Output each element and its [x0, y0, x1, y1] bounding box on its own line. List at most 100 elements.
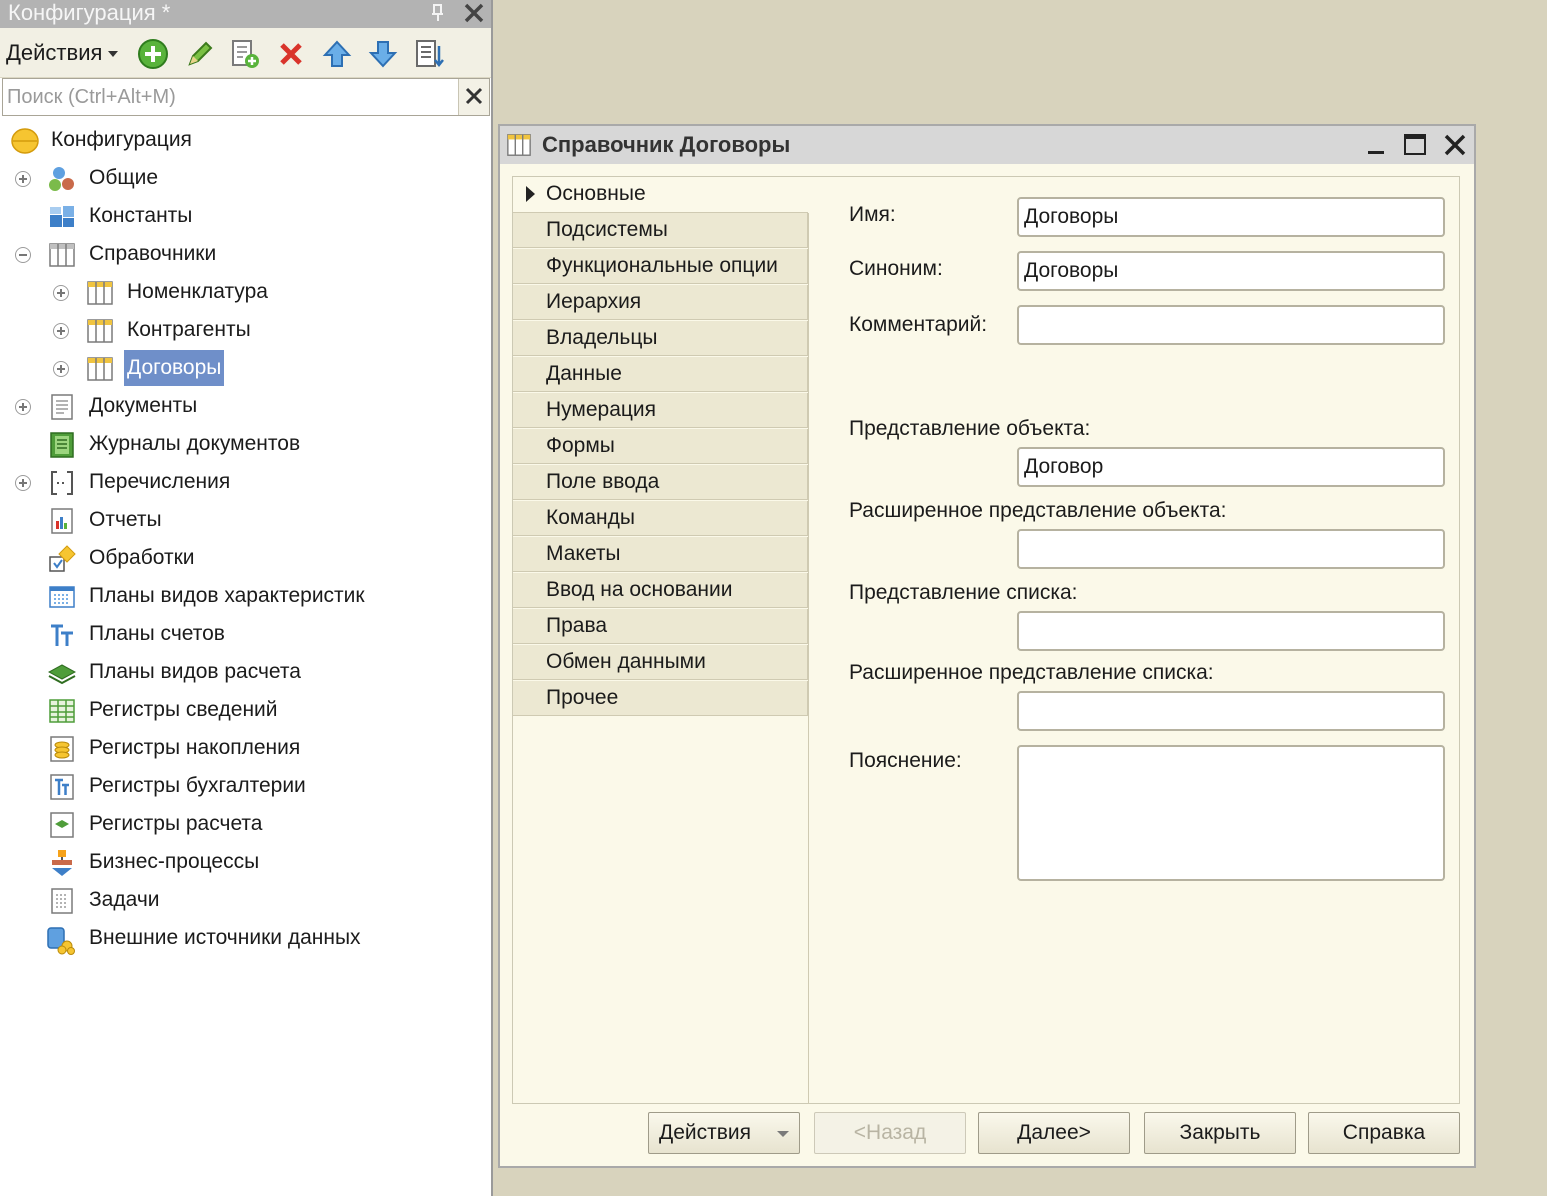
tab-functional-options[interactable]: Функциональные опции	[513, 249, 808, 284]
back-button[interactable]: <Назад	[814, 1112, 966, 1154]
clear-search-button[interactable]	[458, 79, 489, 115]
chart-of-calculation-icon	[47, 659, 77, 687]
tab-rights[interactable]: Права	[513, 609, 808, 644]
extended-list-presentation-field[interactable]	[1017, 691, 1445, 731]
tab-label: Права	[546, 614, 608, 637]
chevron-down-icon	[108, 51, 119, 58]
pin-icon[interactable]	[428, 2, 448, 24]
tree-node-common[interactable]: Общие	[0, 162, 300, 194]
enum-icon	[48, 469, 76, 497]
tree-node-constants[interactable]: Константы	[0, 200, 300, 232]
tab-data-exchange[interactable]: Обмен данными	[513, 645, 808, 680]
tab-owners[interactable]: Владельцы	[513, 321, 808, 356]
tab-label: Поле ввода	[546, 470, 660, 493]
tree-node-business-processes[interactable]: Бизнес-процессы	[0, 846, 320, 878]
name-field[interactable]	[1017, 197, 1445, 237]
tree-node-label: Регистры бухгалтерии	[89, 774, 306, 797]
minimize-icon[interactable]	[1364, 132, 1390, 158]
actions-button[interactable]: Действия	[648, 1112, 800, 1154]
tab-forms[interactable]: Формы	[513, 429, 808, 464]
tree-node-label: Конфигурация	[51, 128, 192, 151]
maximize-icon[interactable]	[1402, 132, 1428, 158]
dropdown-arrow-icon	[767, 1113, 799, 1153]
actions-menu[interactable]: Действия	[6, 40, 119, 66]
tree-node-external-datasources[interactable]: Внешние источники данных	[0, 922, 400, 955]
delete-icon[interactable]	[275, 38, 307, 70]
tree-node-accounting-registers[interactable]: Регистры бухгалтерии	[0, 770, 340, 802]
tab-based-on[interactable]: Ввод на основании	[513, 573, 808, 608]
close-button[interactable]: Закрыть	[1144, 1112, 1296, 1154]
synonym-field[interactable]	[1017, 251, 1445, 291]
next-button[interactable]: Далее>	[978, 1112, 1130, 1154]
tree-node-reports[interactable]: Отчеты	[0, 504, 300, 536]
tree-node-label: Планы видов расчета	[89, 660, 301, 683]
tree-node-catalogs[interactable]: Справочники	[0, 238, 300, 270]
tree-node-tasks[interactable]: Задачи	[0, 884, 300, 916]
search-box	[2, 78, 490, 116]
form-body: Основные Подсистемы Функциональные опции…	[512, 176, 1460, 1104]
extended-object-presentation-field[interactable]	[1017, 529, 1445, 569]
tree-node-characteristic-types[interactable]: Планы видов характеристик	[0, 580, 400, 612]
move-down-icon[interactable]	[367, 38, 399, 70]
tree-node-info-registers[interactable]: Регистры сведений	[0, 694, 320, 726]
accumulation-register-icon	[48, 735, 76, 763]
collapse-minus-icon[interactable]	[15, 247, 31, 263]
document-icon	[48, 393, 76, 421]
tree-node-accumulation-registers[interactable]: Регистры накопления	[0, 732, 340, 764]
expand-plus-icon[interactable]	[15, 171, 31, 187]
tree-node-chart-of-accounts[interactable]: Планы счетов	[0, 618, 300, 650]
expand-plus-icon[interactable]	[15, 475, 31, 491]
tab-commands[interactable]: Команды	[513, 501, 808, 536]
external-datasource-icon	[46, 925, 75, 955]
tab-label: Функциональные опции	[546, 254, 778, 277]
comment-field[interactable]	[1017, 305, 1445, 345]
tree-node-calculation-types[interactable]: Планы видов расчета	[0, 656, 340, 688]
move-up-icon[interactable]	[321, 38, 353, 70]
tree-node-label: Планы видов характеристик	[89, 584, 365, 607]
search-input[interactable]	[3, 79, 458, 115]
close-icon[interactable]	[1442, 132, 1468, 158]
tab-data[interactable]: Данные	[513, 357, 808, 392]
tree-node-documents[interactable]: Документы	[0, 390, 300, 422]
tab-numbering[interactable]: Нумерация	[513, 393, 808, 428]
tree-node-configuration[interactable]: Конфигурация	[0, 124, 300, 156]
tree-node-label: Отчеты	[89, 508, 162, 531]
expand-plus-icon[interactable]	[53, 361, 69, 377]
explanation-field[interactable]	[1017, 745, 1445, 881]
tab-label: Команды	[546, 506, 635, 529]
name-label: Имя:	[849, 203, 896, 226]
edit-pencil-icon[interactable]	[184, 38, 216, 70]
tab-subsystems[interactable]: Подсистемы	[513, 213, 808, 248]
object-presentation-label: Представление объекта:	[849, 417, 1091, 440]
tab-input-field[interactable]: Поле ввода	[513, 465, 808, 500]
tree-node-contracts[interactable]: Договоры	[0, 350, 320, 386]
tab-label: Основные	[546, 182, 646, 205]
tree-node-nomenclature[interactable]: Номенклатура	[0, 276, 320, 308]
expand-plus-icon[interactable]	[15, 399, 31, 415]
expand-plus-icon[interactable]	[53, 285, 69, 301]
tab-hierarchy[interactable]: Иерархия	[513, 285, 808, 320]
object-presentation-field[interactable]	[1017, 447, 1445, 487]
tree-node-label: Задачи	[89, 888, 160, 911]
add-subitem-icon[interactable]	[229, 38, 261, 70]
tab-label: Прочее	[546, 686, 619, 709]
panel-title-bar: Конфигурация *	[0, 0, 491, 28]
tree-node-label: Планы счетов	[89, 622, 225, 645]
tab-other[interactable]: Прочее	[513, 681, 808, 716]
tree-node-contractors[interactable]: Контрагенты	[0, 314, 320, 346]
clear-icon	[465, 87, 483, 105]
tab-label: Обмен данными	[546, 650, 706, 673]
help-button[interactable]: Справка	[1308, 1112, 1460, 1154]
tree-node-dataprocessors[interactable]: Обработки	[0, 542, 300, 574]
tree-node-calculation-registers[interactable]: Регистры расчета	[0, 808, 320, 840]
add-icon[interactable]	[137, 38, 169, 70]
tree-node-document-journals[interactable]: Журналы документов	[0, 428, 340, 460]
close-icon[interactable]	[462, 1, 486, 25]
chart-of-characteristics-icon	[48, 583, 76, 611]
tab-basic[interactable]: Основные	[513, 177, 808, 213]
sort-list-icon[interactable]	[413, 38, 445, 70]
expand-plus-icon[interactable]	[53, 323, 69, 339]
list-presentation-field[interactable]	[1017, 611, 1445, 651]
tab-templates[interactable]: Макеты	[513, 537, 808, 572]
tree-node-enums[interactable]: Перечисления	[0, 466, 300, 498]
